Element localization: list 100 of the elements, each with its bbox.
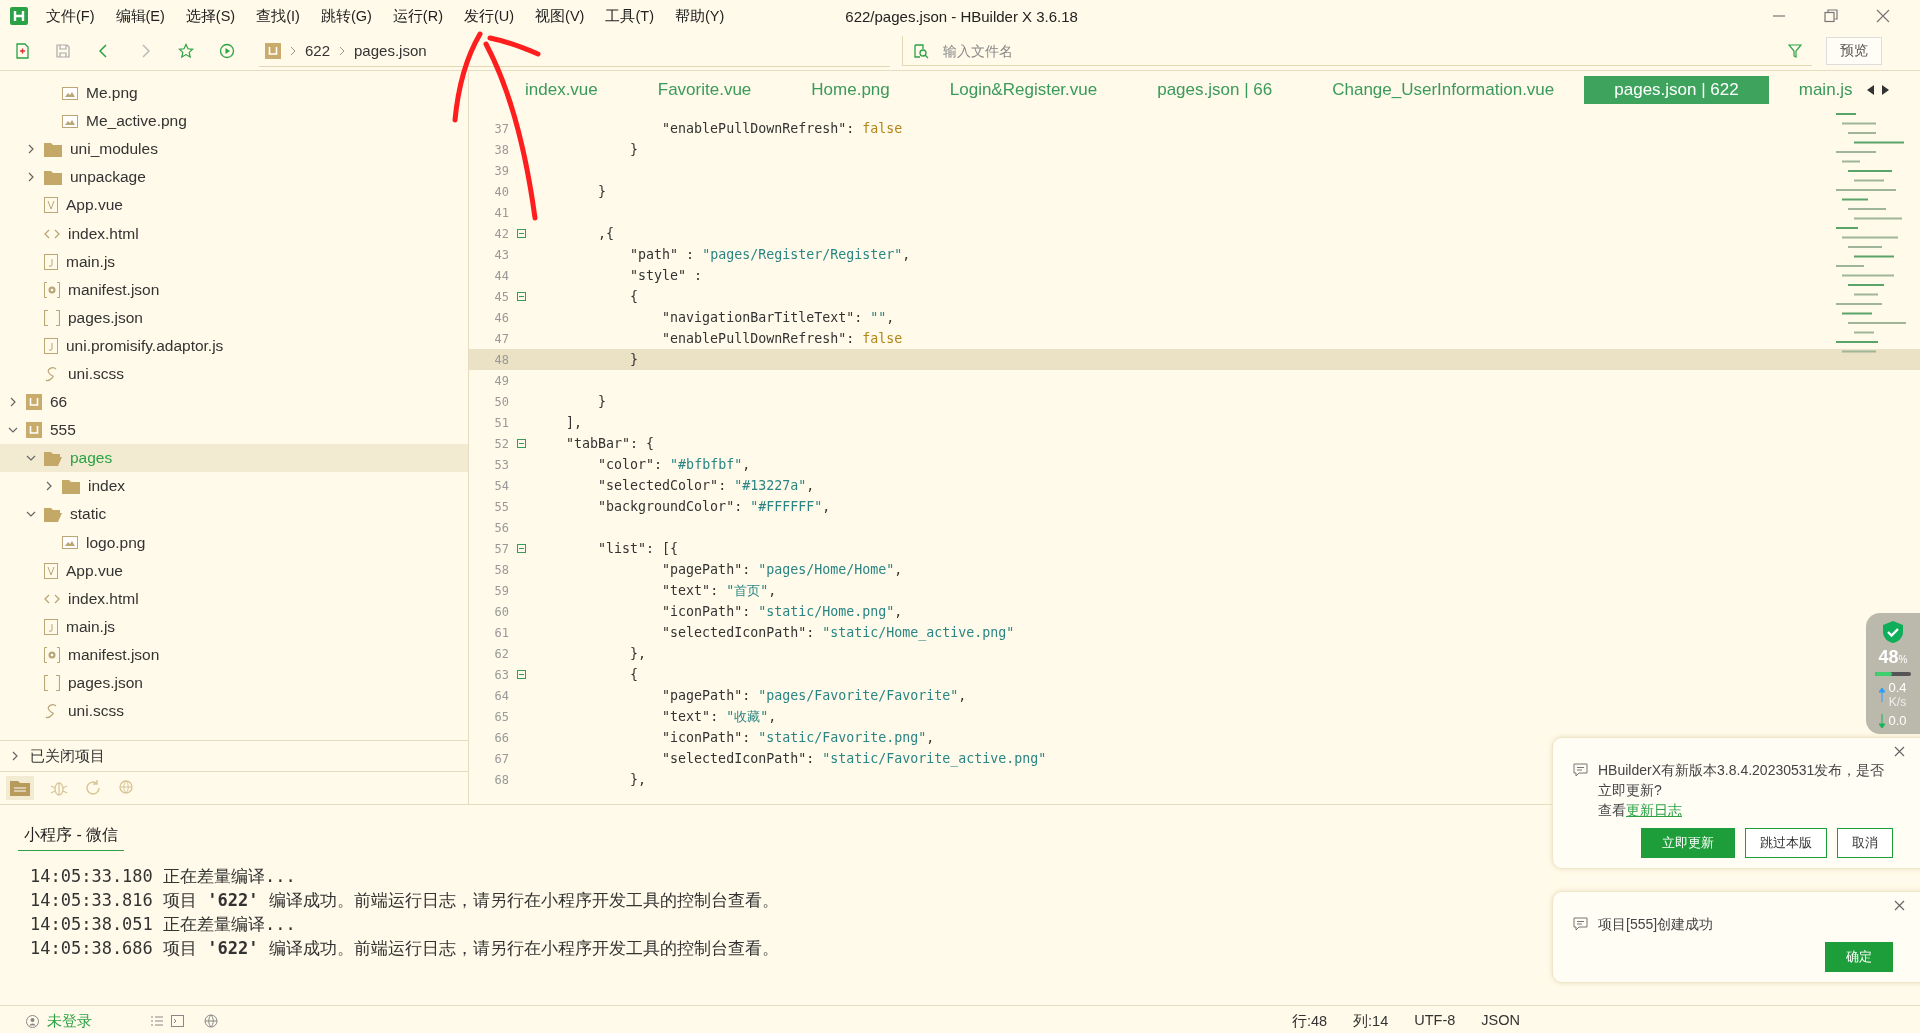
code-line: "pagePath": "pages/Favorite/Favorite", — [661, 688, 967, 703]
code-line: "path" : "pages/Register/Register", — [629, 247, 911, 262]
notification-button[interactable]: 确定 — [1825, 942, 1893, 972]
menu-item[interactable]: 视图(V) — [535, 6, 585, 26]
menu-item[interactable]: 文件(F) — [46, 6, 95, 26]
breadcrumb-item[interactable]: 622 — [305, 42, 331, 59]
tree-item[interactable]: uni.scss — [0, 697, 468, 726]
editor-tab[interactable]: main.js — [1768, 76, 1883, 104]
line-number: 54 — [493, 478, 509, 493]
notification-button[interactable]: 取消 — [1837, 828, 1893, 858]
file-search-field[interactable]: 输入文件名 — [941, 41, 1776, 60]
folder-icon — [44, 141, 62, 157]
file-icon — [44, 337, 58, 354]
menu-item[interactable]: 帮助(Y) — [674, 6, 725, 26]
notification-button[interactable]: 立即更新 — [1641, 828, 1735, 858]
menu-item[interactable]: 工具(T) — [605, 6, 654, 26]
tree-item[interactable]: 66 — [0, 388, 468, 417]
notification-message: 项目[555]创建成功 — [1598, 915, 1715, 934]
tree-item[interactable]: 555 — [0, 416, 468, 445]
line-number: 52 — [493, 436, 509, 451]
folder-icon[interactable] — [10, 780, 30, 796]
chevron-icon[interactable] — [10, 751, 20, 761]
download-arrow-icon — [1879, 713, 1886, 728]
chevron-icon[interactable] — [44, 481, 54, 492]
tree-item[interactable]: index.html — [0, 584, 468, 613]
code-line: "enablePullDownRefresh": false — [661, 121, 903, 136]
tree-item[interactable]: Me.png — [0, 79, 468, 108]
line-number: 56 — [493, 520, 509, 535]
menu-item[interactable]: 编辑(E) — [115, 6, 165, 26]
star-icon[interactable] — [178, 43, 194, 59]
tree-item[interactable]: main.js — [0, 612, 468, 641]
download-speed: 0.0 — [1888, 713, 1907, 728]
fold-icon[interactable] — [517, 439, 526, 448]
tree-item[interactable]: unpackage — [0, 163, 468, 192]
code-line: } — [597, 184, 607, 199]
menu-item[interactable]: 选择(S) — [185, 6, 236, 26]
speed-unit: K/s — [1888, 695, 1907, 709]
fold-icon[interactable] — [517, 544, 526, 553]
message-icon — [1573, 763, 1588, 777]
tree-item[interactable]: pages.json — [0, 303, 468, 332]
breadcrumb-item[interactable]: pages.json — [354, 42, 427, 59]
line-number: 38 — [493, 142, 509, 157]
folder-icon — [44, 169, 62, 185]
code-line: { — [629, 667, 639, 682]
line-number: 49 — [493, 373, 509, 388]
close-icon[interactable] — [1894, 900, 1905, 911]
menu-item[interactable]: 发行(U) — [463, 6, 515, 26]
fold-icon[interactable] — [517, 670, 526, 679]
tree-item[interactable]: manifest.json — [0, 640, 468, 669]
fold-icon[interactable] — [517, 229, 526, 238]
filter-icon[interactable] — [1788, 43, 1802, 58]
file-icon — [44, 253, 58, 270]
tree-item[interactable]: manifest.json — [0, 275, 468, 304]
code-brackets-icon — [44, 592, 60, 605]
notification-message: HBuilderX有新版本3.8.4.20230531发布，是否立即更新? — [1598, 761, 1886, 800]
terminal-icon[interactable] — [171, 1015, 184, 1027]
percent-unit: % — [1898, 654, 1908, 665]
notification-button[interactable]: 跳过本版 — [1745, 828, 1827, 858]
fold-icon[interactable] — [517, 292, 526, 301]
open-folder-icon — [44, 506, 62, 522]
tree-item[interactable]: App.vue — [0, 556, 468, 585]
line-number: 37 — [493, 121, 509, 136]
folder-icon — [62, 478, 80, 494]
line-number: 59 — [493, 583, 509, 598]
tree-item[interactable]: uni_modules — [0, 135, 468, 164]
file-language[interactable]: JSON — [1481, 1011, 1520, 1031]
editor-tab[interactable]: pages.json | 66 — [1127, 76, 1303, 104]
line-number: 39 — [493, 163, 509, 178]
tree-item[interactable]: App.vue — [0, 191, 468, 220]
preview-button[interactable]: 预览 — [1826, 37, 1882, 65]
tree-item[interactable]: Me_active.png — [0, 107, 468, 136]
list-icon[interactable] — [150, 1015, 163, 1027]
tree-item[interactable]: uni.promisify.adaptor.js — [0, 331, 468, 360]
tree-item[interactable]: uni.scss — [0, 359, 468, 389]
menu-item[interactable]: 查找(I) — [256, 6, 300, 26]
tree-item[interactable]: pages.json — [0, 668, 468, 698]
code-line: "color": "#bfbfbf", — [597, 457, 751, 472]
close-icon[interactable] — [1894, 746, 1905, 757]
menu-item[interactable]: 运行(R) — [392, 6, 443, 26]
chevron-icon[interactable] — [26, 172, 36, 183]
scroll-left-icon[interactable] — [1866, 85, 1875, 95]
closed-projects-item[interactable]: 已关闭项目 — [0, 740, 468, 772]
line-number: 61 — [493, 625, 509, 640]
new-file-icon[interactable] — [14, 43, 30, 59]
globe-icon[interactable] — [204, 1014, 218, 1028]
chevron-icon[interactable] — [26, 144, 36, 155]
tree-item[interactable]: index — [0, 472, 468, 501]
save-icon[interactable] — [55, 43, 71, 59]
menu-item[interactable]: 跳转(G) — [320, 6, 372, 26]
file-encoding[interactable]: UTF-8 — [1414, 1011, 1456, 1031]
scroll-right-icon[interactable] — [1880, 85, 1889, 95]
tree-item[interactable]: logo.png — [0, 528, 468, 557]
close-icon[interactable] — [1876, 9, 1890, 23]
tree-item[interactable]: main.js — [0, 247, 468, 276]
tree-item[interactable]: index.html — [0, 219, 468, 248]
run-icon[interactable] — [219, 43, 235, 59]
tree-item[interactable]: static — [0, 500, 468, 529]
restore-icon[interactable] — [1824, 9, 1838, 23]
chevron-icon[interactable] — [8, 397, 18, 408]
console-tab[interactable]: 小程序 - 微信 — [18, 825, 125, 851]
